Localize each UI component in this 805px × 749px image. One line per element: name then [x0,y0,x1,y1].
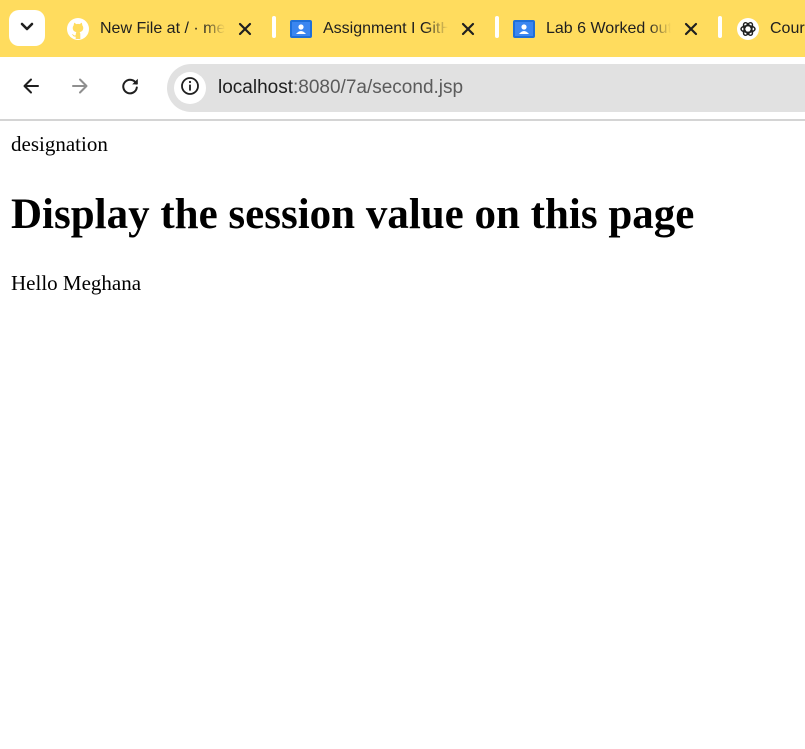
close-icon[interactable] [682,20,700,38]
reload-button[interactable] [113,71,147,105]
tab-separator [495,16,499,38]
back-button[interactable] [14,71,48,105]
chevron-down-icon [20,19,34,37]
tab-title: Lab 6 Worked out [546,20,671,37]
arrow-right-icon [70,76,90,101]
tab-course[interactable]: Course [736,12,805,46]
tab-strip: New File at / · meghana Assignment I Git… [0,0,805,57]
tab-new-file[interactable]: New File at / · meghana [66,12,254,46]
google-classroom-icon [512,17,536,41]
close-icon[interactable] [459,20,477,38]
url-text[interactable]: localhost:8080/7a/second.jsp [218,77,463,99]
github-icon [66,17,90,41]
tab-separator [718,16,722,38]
toolbar-divider [0,119,805,121]
info-icon [180,76,200,101]
tab-title: Assignment I GitHub [323,20,448,37]
greeting-text: Hello Meghana [11,271,142,295]
google-classroom-icon [289,17,313,41]
tab-lab-6[interactable]: Lab 6 Worked out [512,12,700,46]
reload-icon [120,76,140,101]
tab-search-button[interactable] [9,10,45,46]
tab-title: Course [770,20,805,37]
toolbar: localhost:8080/7a/second.jsp [0,57,805,119]
tab-assignment[interactable]: Assignment I GitHub [289,12,477,46]
site-info-button[interactable] [174,72,206,104]
arrow-left-icon [21,76,41,101]
url-host: localhost [218,77,293,98]
page-heading: Display the session value on this page [11,191,695,238]
url-path: :8080/7a/second.jsp [293,77,464,98]
tab-title: New File at / · meghana [100,20,225,37]
address-bar[interactable]: localhost:8080/7a/second.jsp [167,64,805,112]
close-icon[interactable] [236,20,254,38]
forward-button[interactable] [63,71,97,105]
openai-icon [736,17,760,41]
designation-text: designation [11,132,108,156]
tab-separator [272,16,276,38]
